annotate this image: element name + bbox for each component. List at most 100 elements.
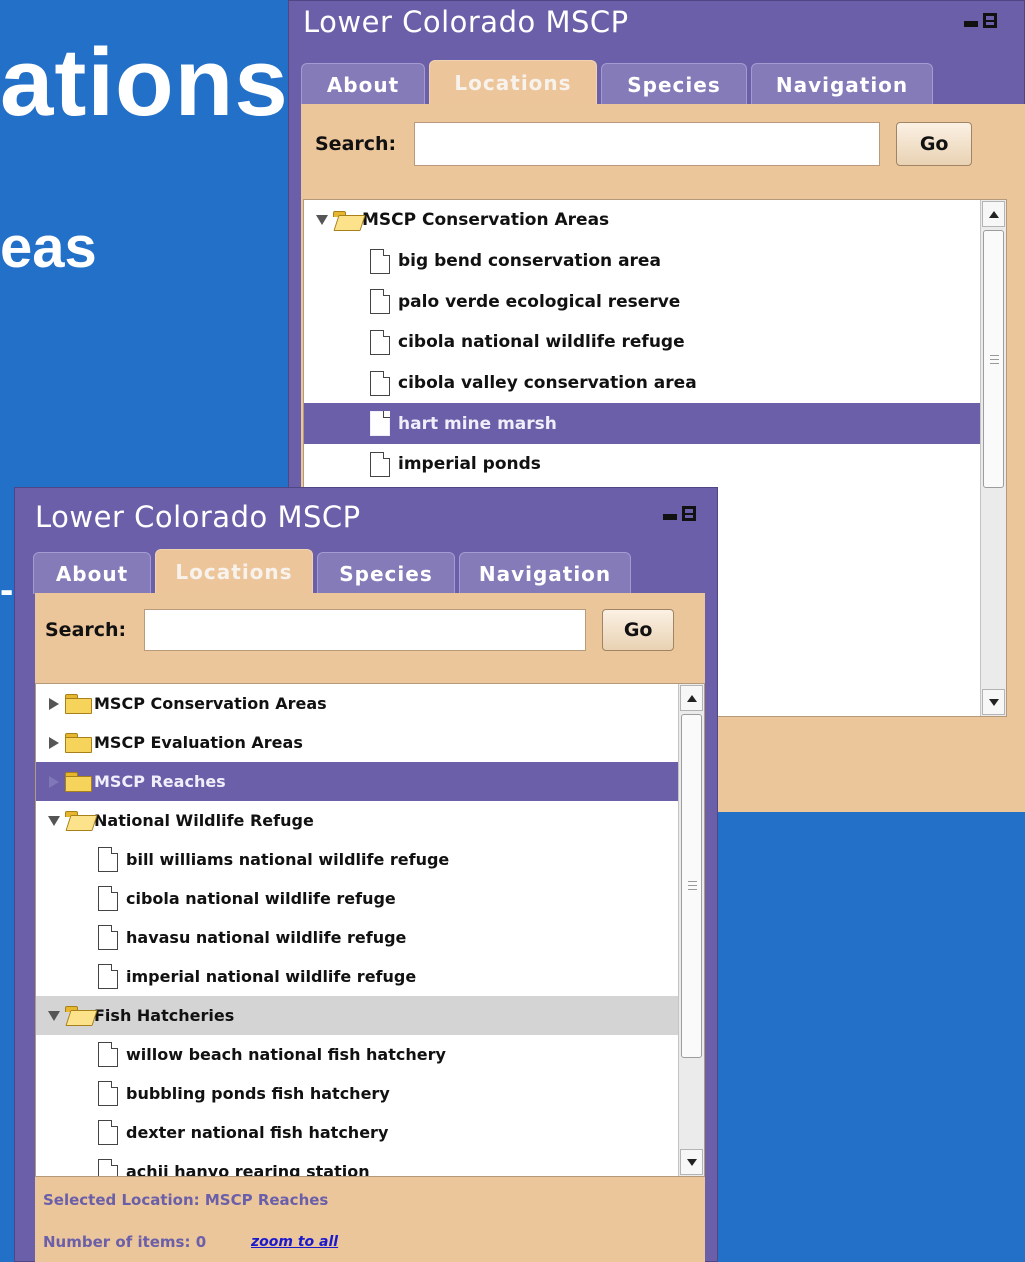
collapse-arrow-icon[interactable] xyxy=(44,1006,64,1026)
front-tab-navigation[interactable]: Navigation xyxy=(459,552,631,594)
document-icon xyxy=(98,1159,118,1176)
front-tab-species[interactable]: Species xyxy=(317,552,455,594)
tree-item-row[interactable]: cibola national wildlife refuge xyxy=(36,879,678,918)
expand-arrow-icon[interactable] xyxy=(44,694,64,714)
tree-row-label: MSCP Conservation Areas xyxy=(94,694,327,713)
collapse-arrow-icon[interactable] xyxy=(312,210,332,230)
scroll-up-button[interactable] xyxy=(680,685,703,711)
scrollbar-thumb[interactable] xyxy=(681,714,702,1058)
tree-item-row[interactable]: cibola national wildlife refuge xyxy=(304,322,980,363)
folder-open-icon xyxy=(64,1006,92,1025)
tree-item-row[interactable]: bill williams national wildlife refuge xyxy=(36,840,678,879)
tree-item-row[interactable]: bubbling ponds fish hatchery xyxy=(36,1074,678,1113)
arrow-up-icon xyxy=(686,694,697,702)
expand-arrow-icon[interactable] xyxy=(44,772,64,792)
tree-row-label: MSCP Reaches xyxy=(94,772,226,791)
tree-item-row[interactable]: havasu national wildlife refuge xyxy=(36,918,678,957)
tree-row-label: big bend conservation area xyxy=(398,251,661,272)
document-icon xyxy=(98,886,118,911)
document-icon xyxy=(370,411,390,437)
maximize-icon[interactable] xyxy=(682,506,696,521)
selected-location-status: Selected Location: MSCP Reaches xyxy=(43,1191,329,1209)
tree-item-row[interactable]: big bend conservation area xyxy=(304,241,980,282)
minimize-icon[interactable] xyxy=(663,513,677,520)
item-count-status: Number of items: 0 xyxy=(43,1233,207,1251)
front-tree-rows: MSCP Conservation Areas MSCP Evaluation A… xyxy=(36,684,704,1177)
back-go-button[interactable]: Go xyxy=(896,122,973,166)
tree-row-label: hart mine marsh xyxy=(398,413,557,434)
folder-open-icon xyxy=(332,210,360,230)
front-search-label: Search: xyxy=(45,619,127,641)
document-icon xyxy=(98,925,118,950)
collapse-arrow-icon[interactable] xyxy=(44,811,64,831)
scrollbar-thumb[interactable] xyxy=(983,230,1004,488)
tree-row-label: cibola national wildlife refuge xyxy=(126,889,396,908)
zoom-to-all-link[interactable]: zoom to all xyxy=(251,1234,338,1250)
folder-icon xyxy=(64,733,92,753)
tree-row-label: achii hanyo rearing station xyxy=(126,1162,370,1177)
back-tree-rows: MSCP Conservation Areas big bend conserva… xyxy=(304,200,1006,485)
tree-item-row[interactable]: achii hanyo rearing station xyxy=(36,1152,678,1177)
tree-item-row[interactable]: imperial ponds xyxy=(304,444,980,485)
back-search-input[interactable] xyxy=(414,122,881,166)
tree-row-label: cibola national wildlife refuge xyxy=(398,332,685,353)
front-search-input[interactable] xyxy=(144,609,587,651)
tree-folder-row[interactable]: MSCP Evaluation Areas xyxy=(36,723,678,762)
front-vertical-scrollbar[interactable] xyxy=(678,684,704,1176)
scroll-down-button[interactable] xyxy=(982,689,1005,715)
document-icon xyxy=(370,289,390,315)
arrow-down-icon xyxy=(988,698,999,706)
document-icon xyxy=(370,248,390,274)
maximize-icon[interactable] xyxy=(983,13,997,28)
back-search-label: Search: xyxy=(315,133,397,155)
front-tab-locations[interactable]: Locations xyxy=(155,549,313,594)
scroll-down-button[interactable] xyxy=(680,1149,703,1175)
front-tab-about[interactable]: About xyxy=(33,552,151,594)
tree-item-row[interactable]: hart mine marsh xyxy=(304,403,980,445)
tree-folder-row[interactable]: MSCP Conservation Areas xyxy=(36,684,678,723)
document-icon xyxy=(98,964,118,989)
document-icon xyxy=(98,1081,118,1106)
tree-item-row[interactable]: dexter national fish hatchery xyxy=(36,1113,678,1152)
back-tab-navigation[interactable]: Navigation xyxy=(751,63,933,105)
document-icon xyxy=(98,847,118,872)
tree-row-label: imperial national wildlife refuge xyxy=(126,967,417,986)
tree-folder-row[interactable]: MSCP Reaches xyxy=(36,762,678,801)
back-vertical-scrollbar[interactable] xyxy=(980,200,1006,716)
document-icon xyxy=(370,329,390,355)
front-location-tree: MSCP Conservation Areas MSCP Evaluation A… xyxy=(35,683,705,1177)
back-search-row: Search: Go xyxy=(315,122,973,166)
document-icon xyxy=(98,1042,118,1067)
tree-row-label: dexter national fish hatchery xyxy=(126,1123,389,1142)
tree-item-row[interactable]: imperial national wildlife refuge xyxy=(36,957,678,996)
tree-row-label: imperial ponds xyxy=(398,454,541,475)
tree-folder-row[interactable]: Fish Hatcheries xyxy=(36,996,678,1035)
tree-item-row[interactable]: cibola valley conservation area xyxy=(304,363,980,404)
tree-row-label: National Wildlife Refuge xyxy=(94,811,314,830)
folder-icon xyxy=(64,772,92,792)
back-panel-title: Lower Colorado MSCP xyxy=(303,5,629,39)
tree-item-row[interactable]: palo verde ecological reserve xyxy=(304,281,980,322)
folder-icon xyxy=(64,694,92,714)
front-go-button[interactable]: Go xyxy=(602,609,675,651)
tree-row-label: bubbling ponds fish hatchery xyxy=(126,1084,390,1103)
tree-row-label: willow beach national fish hatchery xyxy=(126,1045,446,1064)
back-tab-about[interactable]: About xyxy=(301,63,425,105)
document-icon xyxy=(98,1120,118,1145)
minimize-icon[interactable] xyxy=(964,20,978,27)
document-icon xyxy=(370,451,390,477)
back-tab-locations[interactable]: Locations xyxy=(429,60,597,105)
front-panel: Lower Colorado MSCP About Locations Spec… xyxy=(14,487,718,1262)
back-tab-species[interactable]: Species xyxy=(601,63,747,105)
arrow-down-icon xyxy=(686,1158,697,1166)
tree-row-label: Fish Hatcheries xyxy=(94,1006,235,1025)
tree-folder-row[interactable]: National Wildlife Refuge xyxy=(36,801,678,840)
document-icon xyxy=(370,370,390,396)
expand-arrow-icon[interactable] xyxy=(44,733,64,753)
tree-item-row[interactable]: willow beach national fish hatchery xyxy=(36,1035,678,1074)
tree-row-label: MSCP Conservation Areas xyxy=(362,210,610,231)
tree-row-label: bill williams national wildlife refuge xyxy=(126,850,450,869)
scroll-up-button[interactable] xyxy=(982,201,1005,227)
tree-folder-row[interactable]: MSCP Conservation Areas xyxy=(304,200,980,241)
slide-subheading: eas xyxy=(0,215,97,280)
